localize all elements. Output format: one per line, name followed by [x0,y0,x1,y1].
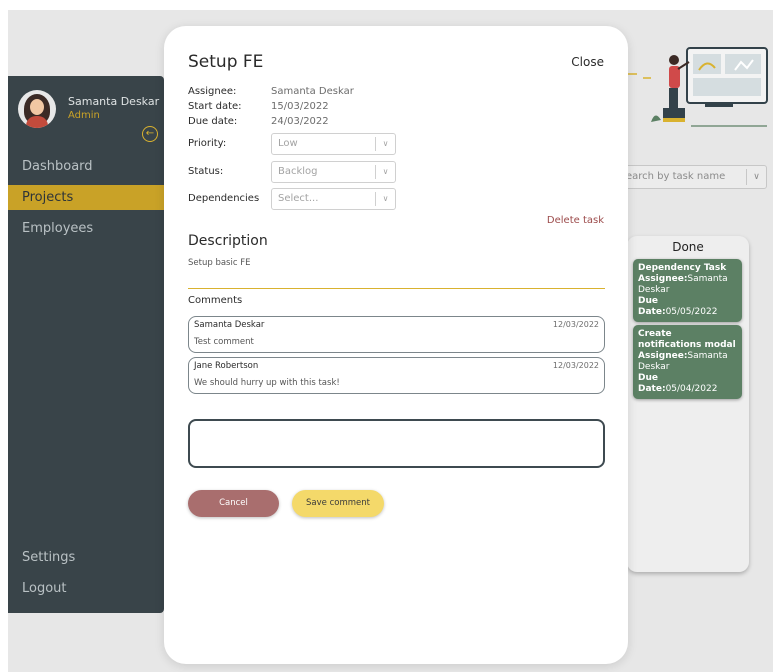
task-card[interactable]: Create notifications modal Assignee:Sama… [633,325,742,399]
assignee-value: Samanta Deskar [271,86,354,97]
start-date-value: 15/03/2022 [271,101,329,112]
comment-date: 12/03/2022 [552,361,599,370]
dashboard-illustration [627,47,768,127]
left-margin [0,0,8,672]
task-card[interactable]: Dependency Task Assignee:Samanta Deskar … [633,259,742,322]
chevron-down-icon[interactable]: ∨ [375,137,395,151]
nav-employees[interactable]: Employees [8,216,164,241]
collapse-sidebar-icon[interactable]: ← [142,126,158,142]
comment-date: 12/03/2022 [552,320,599,329]
due-date-value: 24/03/2022 [271,116,329,127]
cancel-button[interactable]: Cancel [188,490,279,517]
dependencies-select[interactable]: Select... ∨ [271,188,396,210]
task-card-due: 05/04/2022 [665,384,718,394]
close-button[interactable]: Close [571,55,604,69]
task-card-due: 05/05/2022 [665,307,718,317]
avatar [18,90,56,128]
user-role: Admin [68,110,100,121]
task-detail-modal: Setup FE Close Assignee: Samanta Deskar … [164,26,628,664]
nav-settings[interactable]: Settings [8,545,164,570]
comment-text: We should hurry up with this task! [194,378,340,388]
priority-label: Priority: [188,138,227,149]
modal-title: Setup FE [188,52,264,72]
done-column-title: Done [672,240,704,254]
delete-task-link[interactable]: Delete task [547,215,604,226]
task-card-assignee-label: Assignee: [638,351,688,361]
section-divider [188,288,605,289]
top-margin [0,0,773,10]
nav-dashboard[interactable]: Dashboard [8,154,164,179]
sidebar: Samanta Deskar Admin ← Dashboard Project… [8,76,164,613]
status-select[interactable]: Backlog ∨ [271,161,396,183]
comment-item: Samanta Deskar 12/03/2022 Test comment [188,316,605,353]
task-card-name: Dependency Task [638,263,727,273]
start-date-row: Start date: 15/03/2022 [188,100,329,113]
user-name: Samanta Deskar [68,95,160,108]
priority-select[interactable]: Low ∨ [271,133,396,155]
comment-author: Jane Robertson [194,361,259,371]
status-value: Backlog [278,166,318,177]
due-date-row: Due date: 24/03/2022 [188,115,329,128]
task-card-assignee-label: Assignee: [638,274,688,284]
done-column: Done Dependency Task Assignee:Samanta De… [627,236,749,572]
chevron-down-icon[interactable]: ∨ [746,169,766,185]
description-text[interactable]: Setup basic FE [188,258,250,268]
assignee-label: Assignee: [188,86,237,97]
dependencies-label: Dependencies [188,193,260,204]
status-row: Status: Backlog ∨ [188,161,396,183]
start-date-label: Start date: [188,101,242,112]
priority-row: Priority: Low ∨ [188,133,396,155]
assignee-row: Assignee: Samanta Deskar [188,85,354,98]
task-card-name: Create notifications modal [638,329,736,350]
dependencies-row: Dependencies Select... ∨ [188,188,396,210]
save-comment-button[interactable]: Save comment [292,490,384,517]
status-label: Status: [188,166,224,177]
nav-projects[interactable]: Projects [8,185,164,210]
comment-author: Samanta Deskar [194,320,265,330]
chevron-down-icon[interactable]: ∨ [375,165,395,179]
new-comment-input[interactable] [188,419,605,468]
task-card-due-label: Due Date: [638,373,666,394]
dependencies-placeholder: Select... [278,193,319,204]
task-card-due-label: Due Date: [638,296,666,317]
user-profile[interactable]: Samanta Deskar Admin [18,90,159,128]
comment-item: Jane Robertson 12/03/2022 We should hurr… [188,357,605,394]
nav-logout[interactable]: Logout [8,576,164,601]
comments-title: Comments [188,295,243,306]
comment-text: Test comment [194,337,254,347]
task-search-input[interactable]: earch by task name ∨ [617,165,767,189]
priority-value: Low [278,138,298,149]
chevron-down-icon[interactable]: ∨ [375,192,395,206]
due-date-label: Due date: [188,116,238,127]
description-title: Description [188,233,268,249]
search-placeholder: earch by task name [626,171,726,182]
